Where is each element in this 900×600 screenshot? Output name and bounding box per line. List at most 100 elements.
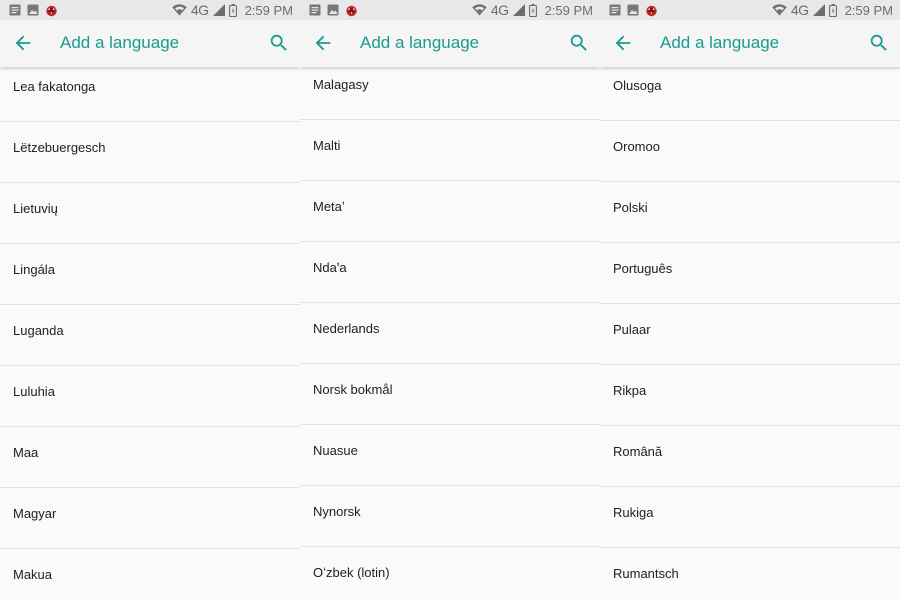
language-list-item[interactable]: Nuasue [300, 425, 600, 486]
language-name: Oromoo [613, 139, 660, 154]
language-list-item[interactable]: Magyar [0, 488, 300, 549]
language-list: Olusoga Oromoo Polski Português Pulaar R… [600, 67, 900, 600]
network-type: 4G [790, 2, 809, 18]
language-list-item[interactable]: Lietuvių [0, 183, 300, 244]
language-list-item[interactable]: Luluhia [0, 366, 300, 427]
app-bar: Add a language [300, 20, 600, 67]
language-name: Magyar [13, 506, 57, 521]
system-status: 4G 2:59 PM [772, 1, 893, 19]
battery-icon [828, 3, 837, 17]
arrow-back-icon [615, 35, 631, 51]
language-list-item[interactable]: Rukiga [600, 487, 900, 548]
language-name: Lëtzebuergesch [13, 140, 106, 155]
language-name: Pulaar [613, 322, 651, 337]
language-name: Makua [13, 567, 53, 582]
language-list-item[interactable]: Oʻzbek (lotin) [300, 547, 600, 600]
language-name: Nuasue [313, 443, 358, 458]
language-name: Oʻzbek (lotin) [313, 565, 390, 580]
wifi-icon [772, 4, 787, 16]
clock: 2:59 PM [244, 2, 293, 18]
search-icon [870, 34, 887, 51]
app-bar: Add a language [600, 20, 900, 67]
language-name: Rikpa [613, 383, 647, 398]
language-name: Metaʼ [313, 199, 345, 214]
language-list-item[interactable]: Română [600, 426, 900, 487]
image-icon [27, 4, 39, 16]
page-title: Add a language [660, 33, 780, 52]
language-name: Nederlands [313, 321, 380, 336]
search-button[interactable] [268, 32, 290, 54]
bug-icon [646, 5, 657, 16]
language-list-item[interactable]: Português [600, 243, 900, 304]
status-bar: 4G 2:59 PM [300, 0, 600, 20]
bug-icon [46, 5, 57, 16]
notification-icon [309, 4, 321, 16]
back-button[interactable] [12, 32, 34, 54]
language-list-item[interactable]: Rumantsch [600, 548, 900, 600]
notification-icon [9, 4, 21, 16]
battery-icon [228, 3, 237, 17]
search-button[interactable] [868, 32, 890, 54]
language-list: Lea fakatonga Lëtzebuergesch Lietuvių Li… [0, 67, 300, 600]
page-title: Add a language [60, 33, 180, 52]
language-name: Lietuvių [13, 201, 58, 216]
system-status: 4G 2:59 PM [172, 1, 293, 19]
language-list-item[interactable]: Malti [300, 120, 600, 181]
language-name: Română [613, 444, 663, 459]
language-list-item[interactable]: Lingála [0, 244, 300, 305]
language-name: Lea fakatonga [13, 79, 96, 94]
search-button[interactable] [568, 32, 590, 54]
notification-icon [609, 4, 621, 16]
language-list-item[interactable]: Pulaar [600, 304, 900, 365]
language-name: Malagasy [313, 77, 369, 92]
language-list-item[interactable]: Olusoga [600, 60, 900, 121]
language-name: Luganda [13, 323, 64, 338]
language-name: Ndaꞌa [313, 260, 347, 275]
language-list-item[interactable]: Polski [600, 182, 900, 243]
language-list-item[interactable]: Luganda [0, 305, 300, 366]
triple-screenshot-layout: 4G 2:59 PM Add a language Lea fakatonga … [0, 0, 900, 600]
image-icon [627, 4, 639, 16]
back-button[interactable] [312, 32, 334, 54]
battery-icon [528, 3, 537, 17]
language-list-item[interactable]: Malagasy [300, 59, 600, 120]
image-icon [327, 4, 339, 16]
language-list-item[interactable]: Maa [0, 427, 300, 488]
status-bar: 4G 2:59 PM [600, 0, 900, 20]
language-name: Lingála [13, 262, 55, 277]
language-name: Rukiga [613, 505, 654, 520]
notification-icons [309, 3, 358, 17]
language-list-item[interactable]: Makua [0, 549, 300, 600]
arrow-back-icon [315, 35, 331, 51]
bug-icon [346, 5, 357, 16]
arrow-back-icon [15, 35, 31, 51]
language-name: Malti [313, 138, 341, 153]
back-button[interactable] [612, 32, 634, 54]
language-list-item[interactable]: Nederlands [300, 303, 600, 364]
language-list-item[interactable]: Metaʼ [300, 181, 600, 242]
language-name: Rumantsch [613, 566, 679, 581]
page-title: Add a language [360, 33, 480, 52]
phone-screen-2: 4G 2:59 PM Add a language Malagasy Malti… [300, 0, 600, 600]
network-type: 4G [490, 2, 509, 18]
status-bar: 4G 2:59 PM [0, 0, 300, 20]
language-name: Luluhia [13, 384, 55, 399]
language-list-item[interactable]: Oromoo [600, 121, 900, 182]
language-list-item[interactable]: Ndaꞌa [300, 242, 600, 303]
language-list: Malagasy Malti Metaʼ Ndaꞌa Nederlands No… [300, 67, 600, 600]
language-name: Nynorsk [313, 504, 361, 519]
language-list-item[interactable]: Lëtzebuergesch [0, 122, 300, 183]
wifi-icon [472, 4, 487, 16]
language-list-item[interactable]: Lea fakatonga [0, 61, 300, 122]
notification-icons [9, 3, 58, 17]
language-list-item[interactable]: Norsk bokmål [300, 364, 600, 425]
cell-signal-icon [212, 4, 225, 16]
language-name: Português [613, 261, 673, 276]
wifi-icon [172, 4, 187, 16]
language-name: Norsk bokmål [313, 382, 393, 397]
search-icon [270, 34, 287, 51]
language-list-item[interactable]: Rikpa [600, 365, 900, 426]
language-list-item[interactable]: Nynorsk [300, 486, 600, 547]
clock: 2:59 PM [544, 2, 593, 18]
language-name: Olusoga [613, 78, 662, 93]
